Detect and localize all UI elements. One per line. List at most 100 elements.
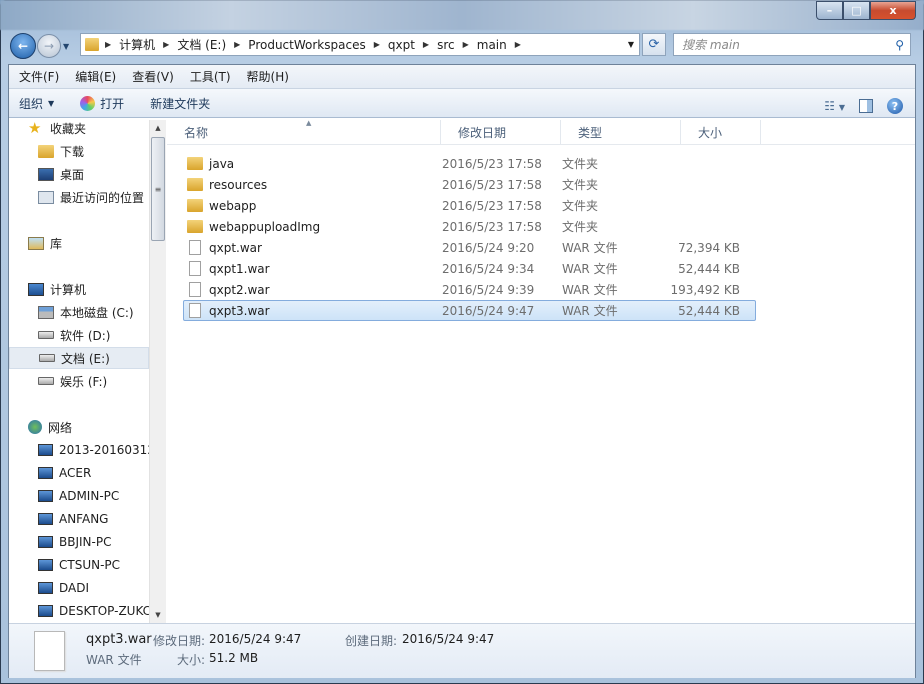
sidebar-item[interactable]: ★ 收藏夹 [9, 120, 149, 139]
sidebar-item[interactable]: ADMIN-PC [9, 485, 149, 507]
title-bar[interactable] [0, 0, 924, 30]
refresh-button[interactable]: ⟳ [642, 33, 666, 56]
file-type: WAR 文件 [562, 304, 618, 318]
search-input[interactable]: 搜索 main ⚲ [673, 33, 911, 56]
sidebar-item[interactable]: 娱乐 (F:) [9, 370, 149, 392]
open-button[interactable]: 打开 [80, 95, 124, 112]
scroll-thumb[interactable]: ≡ [151, 137, 165, 241]
network-icon [28, 420, 42, 434]
forward-button[interactable]: → [37, 34, 61, 58]
breadcrumb-item[interactable]: ProductWorkspaces [248, 38, 365, 52]
sidebar-item[interactable]: ANFANG [9, 508, 149, 530]
new-folder-button[interactable]: 新建文件夹 [150, 95, 210, 112]
sidebar-item[interactable]: 文档 (E:) [9, 347, 149, 369]
sidebar-item[interactable]: DADI [9, 577, 149, 599]
pc-icon [38, 536, 53, 548]
breadcrumb-item[interactable]: 计算机 [119, 36, 155, 53]
file-icon [189, 303, 201, 318]
file-date: 2016/5/23 17:58 [442, 198, 542, 213]
sidebar-item[interactable]: 本地磁盘 (C:) [9, 301, 149, 323]
change-view-button[interactable]: ☷ ▼ [824, 99, 845, 113]
file-name: java [209, 156, 235, 171]
address-dropdown[interactable]: ▼ [628, 40, 634, 49]
menu-bar: 文件(F) 编辑(E) 查看(V) 工具(T) 帮助(H) [9, 65, 915, 89]
file-row[interactable]: java 2016/5/23 17:58 文件夹 [183, 153, 756, 174]
details-pane: qxpt3.war WAR 文件 修改日期: 2016/5/24 9:47 大小… [9, 623, 915, 678]
breadcrumb-item[interactable]: qxpt [388, 38, 415, 52]
scroll-up-button[interactable]: ▲ [150, 120, 166, 136]
menu-tools[interactable]: 工具(T) [182, 68, 239, 85]
menu-file[interactable]: 文件(F) [11, 68, 67, 85]
search-icon[interactable]: ⚲ [895, 38, 904, 52]
pc-icon [38, 467, 53, 479]
breadcrumb-separator[interactable]: ▶ [163, 40, 169, 49]
sidebar-item[interactable]: 下载 [9, 140, 149, 162]
column-header-name[interactable]: 名称 [167, 120, 441, 144]
breadcrumb-item[interactable]: main [477, 38, 507, 52]
sidebar-item-label: CTSUN-PC [59, 558, 121, 572]
sidebar-item[interactable]: 软件 (D:) [9, 324, 149, 346]
file-date: 2016/5/24 9:34 [442, 261, 535, 276]
file-row[interactable]: qxpt3.war 2016/5/24 9:47 WAR 文件 52,444 KB [183, 300, 756, 321]
breadcrumb-separator[interactable]: ▶ [374, 40, 380, 49]
breadcrumb-separator[interactable]: ▶ [105, 40, 111, 49]
help-button[interactable]: ? [887, 98, 903, 114]
menu-edit[interactable]: 编辑(E) [67, 68, 124, 85]
file-date: 2016/5/23 17:58 [442, 219, 542, 234]
breadcrumb-separator[interactable]: ▶ [463, 40, 469, 49]
sidebar-item[interactable]: 网络 [9, 416, 149, 438]
breadcrumb-separator[interactable]: ▶ [515, 40, 521, 49]
column-header-type[interactable]: 类型 [561, 120, 681, 144]
sidebar-item[interactable]: BBJIN-PC [9, 531, 149, 553]
recent-pages-dropdown[interactable]: ▼ [63, 42, 69, 51]
library-icon [28, 236, 44, 250]
file-row[interactable]: webappuploadImg 2016/5/23 17:58 文件夹 [183, 216, 756, 237]
search-placeholder: 搜索 main [682, 38, 740, 52]
back-button[interactable]: ← [10, 33, 36, 59]
column-header-date[interactable]: 修改日期 [441, 120, 561, 144]
address-bar[interactable]: ▶ 计算机 ▶ 文档 (E:) ▶ ProductWorkspaces ▶ qxpt ▶ src… [80, 33, 640, 56]
sidebar-item-label: 收藏夹 [50, 121, 87, 136]
sidebar-item[interactable]: 库 [9, 232, 149, 254]
file-row[interactable]: webapp 2016/5/23 17:58 文件夹 [183, 195, 756, 216]
sidebar-item[interactable]: 最近访问的位置 [9, 186, 149, 208]
sort-ascending-icon: ▲ [306, 119, 312, 127]
sidebar-item[interactable]: DESKTOP-ZUKC [9, 600, 152, 622]
details-size: 51.2 MB [209, 651, 259, 665]
window-controls: – □ x [816, 1, 916, 20]
pc-icon [38, 605, 53, 617]
file-row[interactable]: resources 2016/5/23 17:58 文件夹 [183, 174, 756, 195]
sidebar-item-label: DESKTOP-ZUKC [59, 604, 152, 618]
maximize-button[interactable]: □ [843, 1, 870, 20]
file-name-cell: qxpt.war [184, 240, 442, 255]
breadcrumb-item[interactable]: src [437, 38, 455, 52]
sidebar-item[interactable]: ACER [9, 462, 149, 484]
close-button[interactable]: x [870, 1, 916, 20]
organize-button[interactable]: 组织 ▼ [19, 95, 54, 112]
navigation-buttons: ← → ▼ [10, 33, 69, 59]
sidebar-item-label: 娱乐 (F:) [60, 374, 108, 389]
file-name: qxpt.war [209, 240, 262, 255]
menu-help[interactable]: 帮助(H) [239, 68, 297, 85]
file-row[interactable]: qxpt.war 2016/5/24 9:20 WAR 文件 72,394 KB [183, 237, 756, 258]
file-size: 52,444 KB [678, 303, 740, 318]
menu-view[interactable]: 查看(V) [124, 68, 182, 85]
breadcrumb-item[interactable]: 文档 (E:) [177, 36, 226, 53]
navigation-scrollbar[interactable]: ▲ ≡ ▼ [149, 120, 166, 623]
breadcrumb-separator[interactable]: ▶ [234, 40, 240, 49]
sidebar-item-label: BBJIN-PC [59, 535, 112, 549]
details-modified: 2016/5/24 9:47 [209, 632, 302, 646]
scroll-down-button[interactable]: ▼ [150, 607, 166, 623]
chevron-down-icon: ▼ [48, 98, 55, 108]
file-row[interactable]: qxpt2.war 2016/5/24 9:39 WAR 文件 193,492 KB [183, 279, 756, 300]
file-row[interactable]: qxpt1.war 2016/5/24 9:34 WAR 文件 52,444 KB [183, 258, 756, 279]
minimize-button[interactable]: – [816, 1, 843, 20]
sidebar-item-label: 本地磁盘 (C:) [60, 305, 134, 320]
breadcrumb-separator[interactable]: ▶ [423, 40, 429, 49]
column-header-size[interactable]: 大小 [681, 120, 761, 144]
sidebar-item[interactable]: 计算机 [9, 278, 149, 300]
preview-pane-button[interactable] [859, 99, 873, 113]
sidebar-item[interactable]: 2013-20160312 [9, 439, 155, 461]
sidebar-item[interactable]: CTSUN-PC [9, 554, 149, 576]
sidebar-item[interactable]: 桌面 [9, 163, 149, 185]
